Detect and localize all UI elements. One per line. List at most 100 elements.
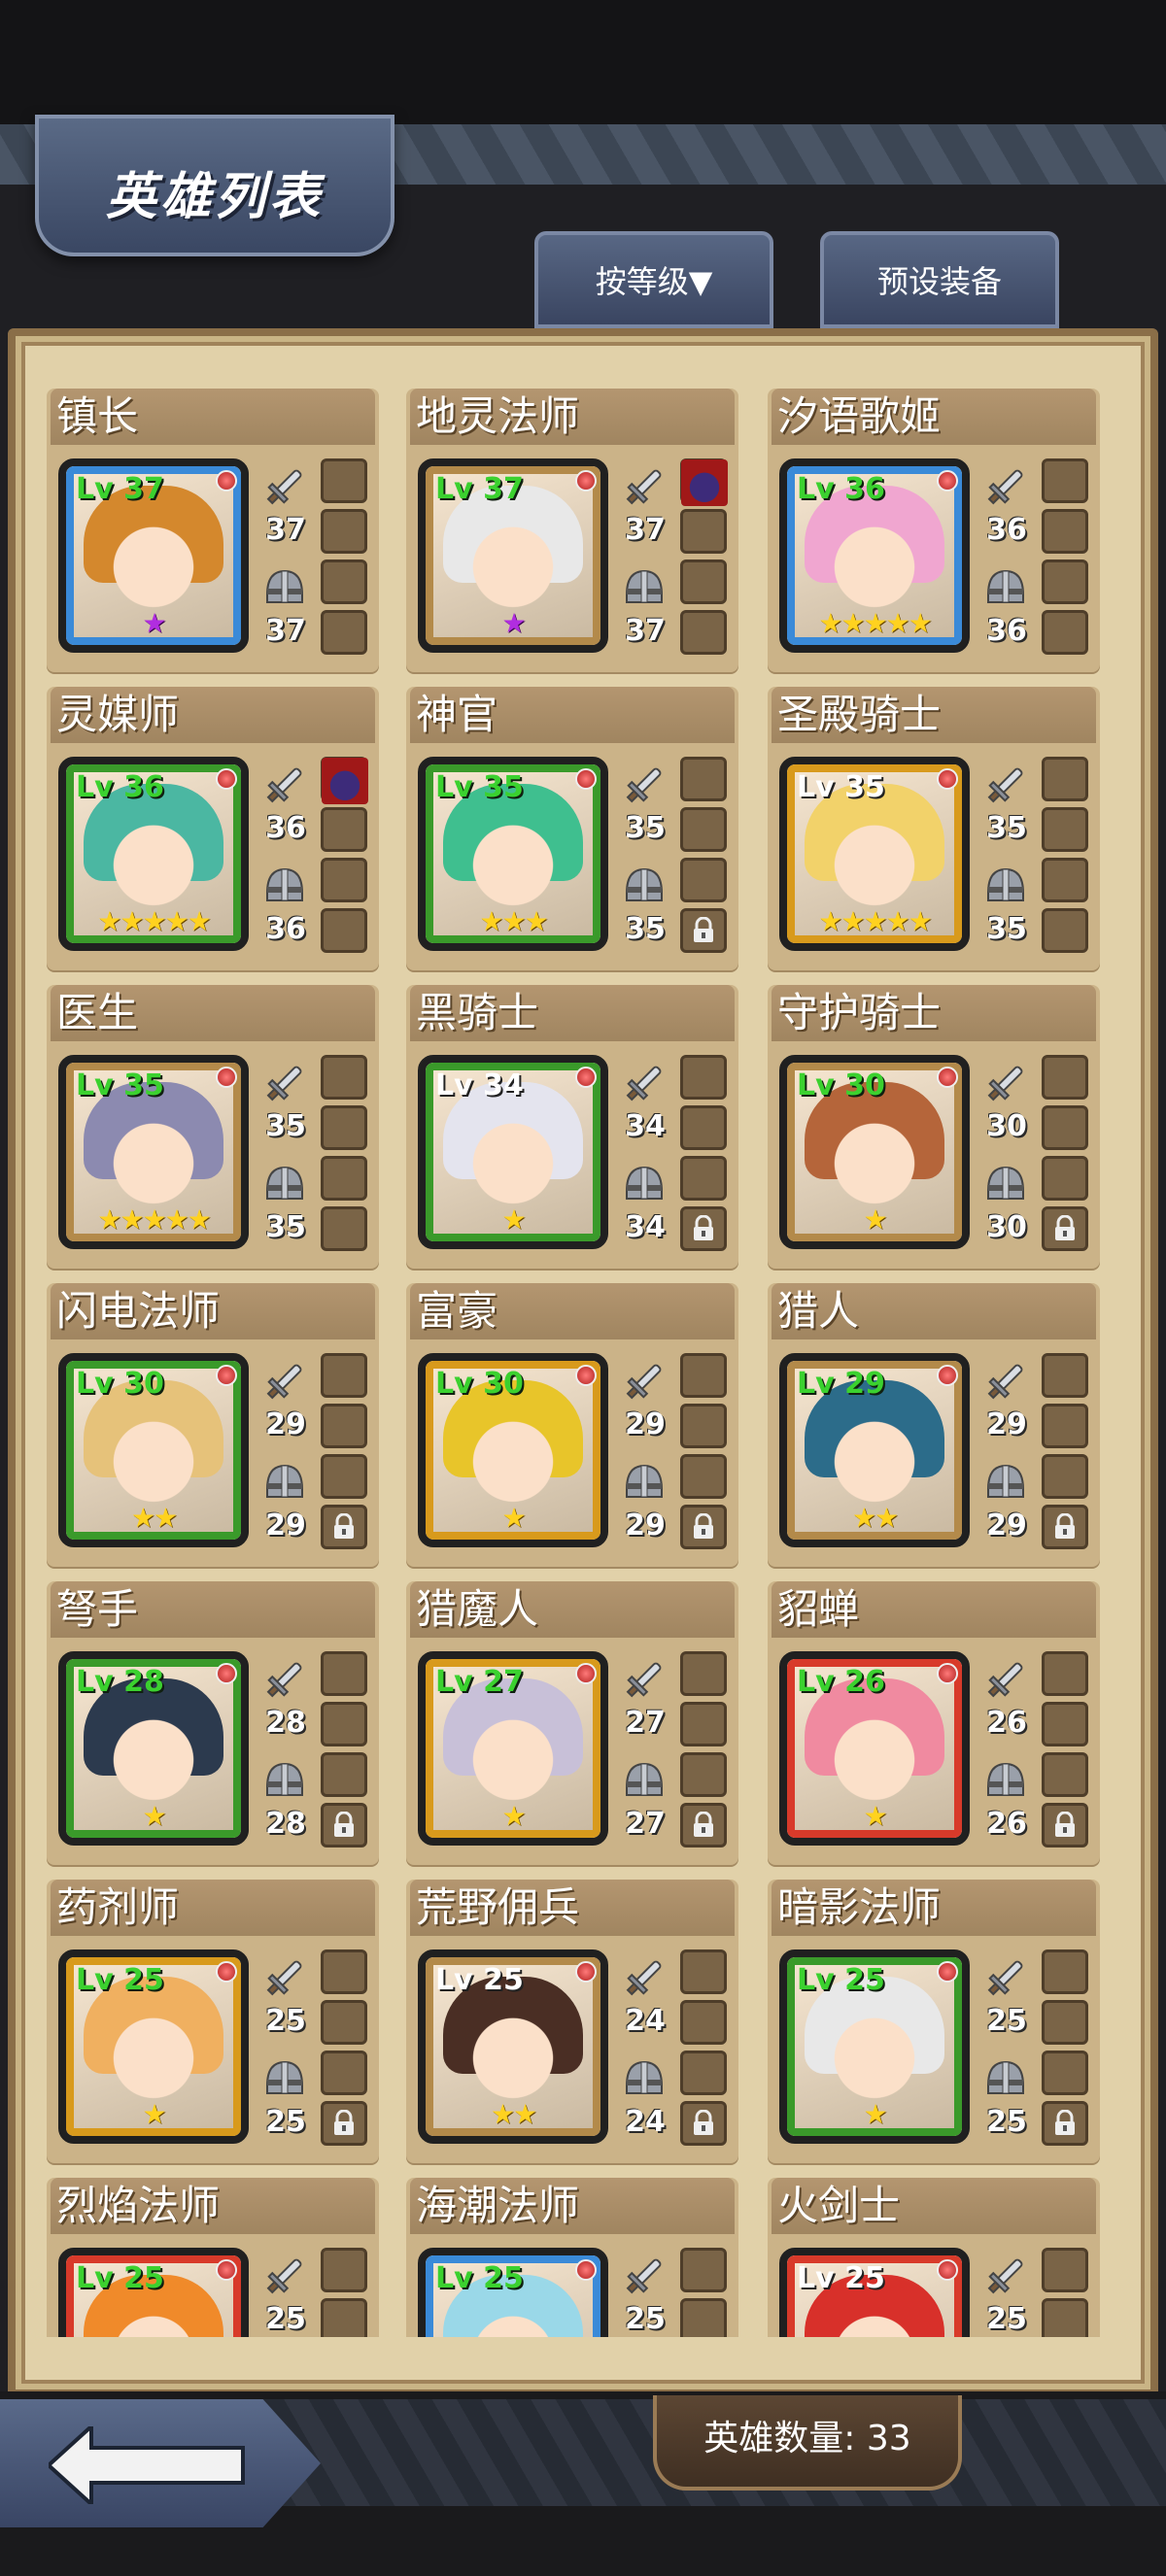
hero-portrait[interactable]: Lv 34 ★	[418, 1055, 608, 1249]
equipment-slot[interactable]	[680, 1505, 727, 1549]
hero-portrait[interactable]: Lv 36 ★★★★★	[58, 757, 249, 951]
equipment-slot[interactable]	[321, 2101, 367, 2146]
equipment-slot[interactable]	[1042, 1156, 1088, 1201]
hero-portrait[interactable]: Lv 26 ★	[779, 1651, 970, 1846]
equipment-slot[interactable]	[1042, 1353, 1088, 1398]
equipment-slot[interactable]	[1042, 1404, 1088, 1448]
hero-portrait[interactable]: Lv 35 ★★★★★	[779, 757, 970, 951]
equipment-slot[interactable]	[321, 908, 367, 953]
equipment-slot[interactable]	[1042, 1651, 1088, 1696]
hero-card[interactable]: 暗影法师 Lv 25 ★ 25 25	[768, 1880, 1100, 2163]
equipment-slot[interactable]	[321, 1752, 367, 1797]
equipment-slot[interactable]	[1042, 1454, 1088, 1499]
hero-card[interactable]: 灵媒师 Lv 36 ★★★★★ 36 36	[47, 687, 379, 970]
hero-portrait[interactable]: Lv 30 ★	[418, 1353, 608, 1547]
hero-portrait[interactable]: Lv 25★	[779, 2248, 970, 2337]
hero-card[interactable]: 闪电法师 Lv 30 ★★ 29 29	[47, 1283, 379, 1567]
equipment-slot[interactable]	[1042, 458, 1088, 503]
hero-card[interactable]: 守护骑士 Lv 30 ★ 30 30	[768, 985, 1100, 1269]
equipment-slot[interactable]	[680, 1752, 727, 1797]
equipment-slot[interactable]	[321, 1803, 367, 1847]
equipment-slot[interactable]	[321, 2000, 367, 2045]
hero-card[interactable]: 烈焰法师Lv 25★2525	[47, 2178, 379, 2337]
preset-equipment-button[interactable]: 预设装备	[820, 231, 1059, 328]
equipment-slot[interactable]	[680, 1055, 727, 1100]
equipment-slot[interactable]	[1042, 610, 1088, 655]
hero-card[interactable]: 猎魔人 Lv 27 ★ 27 27	[406, 1581, 738, 1865]
equipment-slot[interactable]	[321, 509, 367, 554]
equipment-slot[interactable]	[680, 1702, 727, 1746]
equipment-slot[interactable]	[1042, 858, 1088, 902]
equipment-slot[interactable]	[1042, 2248, 1088, 2292]
equipment-slot[interactable]	[321, 1156, 367, 1201]
equipment-slot[interactable]	[1042, 1206, 1088, 1251]
equipment-slot[interactable]	[321, 757, 368, 804]
sort-by-level-button[interactable]: 按等级▼	[534, 231, 773, 328]
equipment-slot[interactable]	[1042, 1105, 1088, 1150]
equipment-slot[interactable]	[680, 757, 727, 801]
equipment-slot[interactable]	[680, 2101, 727, 2146]
equipment-slot[interactable]	[680, 1949, 727, 1994]
equipment-slot[interactable]	[680, 858, 727, 902]
equipment-slot[interactable]	[321, 2051, 367, 2095]
hero-portrait[interactable]: Lv 30 ★★	[58, 1353, 249, 1547]
equipment-slot[interactable]	[321, 458, 367, 503]
equipment-slot[interactable]	[680, 1404, 727, 1448]
equipment-slot[interactable]	[680, 807, 727, 852]
equipment-slot[interactable]	[321, 807, 367, 852]
equipment-slot[interactable]	[1042, 559, 1088, 604]
equipment-slot[interactable]	[1042, 2298, 1088, 2337]
equipment-slot[interactable]	[680, 509, 727, 554]
equipment-slot[interactable]	[680, 1454, 727, 1499]
hero-grid[interactable]: 镇长 Lv 37 ★ 37 37 地灵法师 Lv 37 ★ 37 37 汐语歌姬 Lv 36 ★★★★★…	[47, 389, 1119, 2337]
equipment-slot[interactable]	[321, 1055, 367, 1100]
equipment-slot[interactable]	[680, 1156, 727, 1201]
equipment-slot[interactable]	[1042, 509, 1088, 554]
hero-portrait[interactable]: Lv 25 ★★	[418, 1949, 608, 2144]
equipment-slot[interactable]	[321, 1353, 367, 1398]
hero-card[interactable]: 圣殿骑士 Lv 35 ★★★★★ 35 35	[768, 687, 1100, 970]
hero-card[interactable]: 貂蝉 Lv 26 ★ 26 26	[768, 1581, 1100, 1865]
hero-portrait[interactable]: Lv 25★	[58, 1949, 249, 2144]
equipment-slot[interactable]	[1042, 757, 1088, 801]
equipment-slot[interactable]	[1042, 1055, 1088, 1100]
equipment-slot[interactable]	[680, 1206, 727, 1251]
hero-card[interactable]: 药剂师 Lv 25 ★ 25 25	[47, 1880, 379, 2163]
equipment-slot[interactable]	[1042, 2051, 1088, 2095]
equipment-slot[interactable]	[680, 1803, 727, 1847]
hero-portrait[interactable]: Lv 27 ★	[418, 1651, 608, 1846]
equipment-slot[interactable]	[1042, 1702, 1088, 1746]
hero-card[interactable]: 地灵法师 Lv 37 ★ 37 37	[406, 389, 738, 672]
equipment-slot[interactable]	[1042, 1505, 1088, 1549]
equipment-slot[interactable]	[1042, 1949, 1088, 1994]
equipment-slot[interactable]	[680, 1353, 727, 1398]
equipment-slot[interactable]	[321, 1454, 367, 1499]
equipment-slot[interactable]	[1042, 1803, 1088, 1847]
equipment-slot[interactable]	[321, 1105, 367, 1150]
equipment-slot[interactable]	[680, 458, 728, 506]
equipment-slot[interactable]	[321, 1206, 367, 1251]
equipment-slot[interactable]	[680, 2051, 727, 2095]
equipment-slot[interactable]	[1042, 2101, 1088, 2146]
equipment-slot[interactable]	[1042, 908, 1088, 953]
hero-card[interactable]: 医生 Lv 35 ★★★★★ 35 35	[47, 985, 379, 1269]
equipment-slot[interactable]	[680, 1105, 727, 1150]
equipment-slot[interactable]	[321, 559, 367, 604]
hero-card[interactable]: 猎人 Lv 29 ★★ 29 29	[768, 1283, 1100, 1567]
equipment-slot[interactable]	[680, 2298, 727, 2337]
hero-portrait[interactable]: Lv 25★	[418, 2248, 608, 2337]
equipment-slot[interactable]	[680, 2000, 727, 2045]
equipment-slot[interactable]	[321, 2298, 367, 2337]
hero-card[interactable]: 富豪 Lv 30 ★ 29 29	[406, 1283, 738, 1567]
hero-portrait[interactable]: Lv 25★	[779, 1949, 970, 2144]
equipment-slot[interactable]	[680, 2248, 727, 2292]
equipment-slot[interactable]	[321, 1651, 367, 1696]
equipment-slot[interactable]	[321, 858, 367, 902]
equipment-slot[interactable]	[321, 2248, 367, 2292]
hero-portrait[interactable]: Lv 28 ★	[58, 1651, 249, 1846]
hero-card[interactable]: 海潮法师Lv 25★2525	[406, 2178, 738, 2337]
equipment-slot[interactable]	[321, 610, 367, 655]
equipment-slot[interactable]	[680, 559, 727, 604]
equipment-slot[interactable]	[680, 610, 727, 655]
hero-portrait[interactable]: Lv 36 ★★★★★	[779, 458, 970, 653]
